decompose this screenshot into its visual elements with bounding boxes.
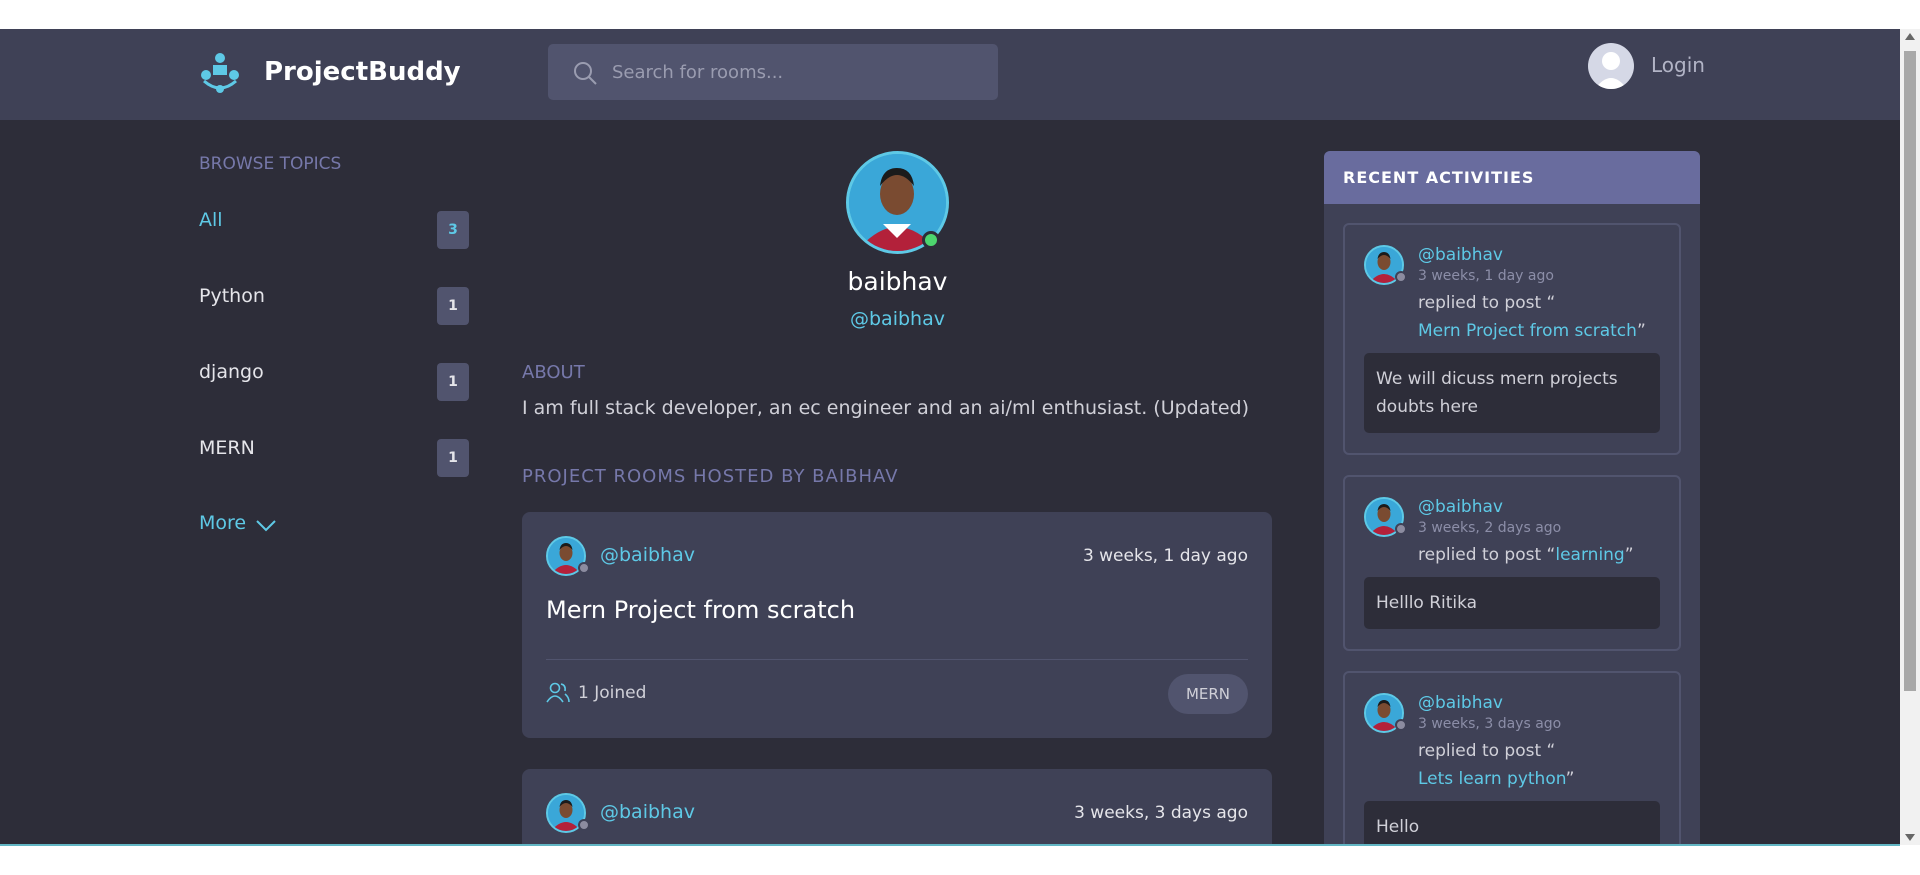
activity-user-link[interactable]: @baibhav — [1418, 245, 1503, 265]
more-topics-link[interactable]: More — [199, 512, 276, 534]
topic-count-badge: 1 — [437, 439, 469, 477]
topic-label[interactable]: django — [199, 361, 264, 383]
users-icon — [546, 682, 570, 703]
activity-item: @baibhav 3 weeks, 2 days ago replied to … — [1343, 475, 1681, 651]
divider — [546, 659, 1248, 660]
status-dot-icon — [1395, 719, 1407, 731]
activity-action-text: replied to post “ — [1418, 545, 1556, 565]
activity-action-text: replied to post “ — [1418, 741, 1556, 761]
more-label[interactable]: More — [199, 512, 246, 534]
default-avatar-icon — [1595, 52, 1627, 89]
chevron-down-icon[interactable] — [255, 518, 277, 532]
activity-message: We will dicuss mern projects doubts here — [1364, 353, 1660, 433]
activity-user-link[interactable]: @baibhav — [1418, 497, 1503, 517]
login-link[interactable]: Login — [1651, 53, 1705, 77]
activity-action: replied to post “learning” — [1418, 541, 1668, 569]
status-dot-icon — [1395, 271, 1407, 283]
browse-topics-title: BROWSE TOPICS — [199, 154, 342, 174]
brand-name[interactable]: ProjectBuddy — [264, 57, 461, 87]
room-card[interactable]: @baibhav 3 weeks, 3 days ago — [522, 769, 1272, 845]
room-card[interactable]: @baibhav 3 weeks, 1 day ago Mern Project… — [522, 512, 1272, 738]
topic-all[interactable]: All 3 — [199, 209, 469, 249]
recent-activities-title: RECENT ACTIVITIES — [1343, 168, 1535, 187]
activity-action: replied to post “ Lets learn python” — [1418, 737, 1668, 793]
status-dot-icon — [578, 562, 590, 574]
activity-timestamp: 3 weeks, 1 day ago — [1418, 268, 1554, 284]
page-scrollbar[interactable] — [1900, 29, 1920, 845]
scroll-up-icon[interactable] — [1905, 33, 1915, 40]
activity-action-suffix: ” — [1636, 321, 1646, 341]
search-input[interactable] — [612, 44, 982, 100]
recent-activities-panel: RECENT ACTIVITIES @baibhav 3 weeks, 1 da… — [1324, 151, 1700, 845]
scroll-down-icon[interactable] — [1905, 834, 1915, 841]
logo-icon[interactable] — [198, 51, 242, 95]
online-status-icon — [922, 231, 940, 249]
joined-count: 1 Joined — [578, 683, 647, 703]
activity-action: replied to post “ Mern Project from scrat… — [1418, 289, 1668, 345]
about-heading: ABOUT — [522, 362, 585, 383]
scrollbar-thumb[interactable] — [1904, 51, 1916, 691]
room-host-link[interactable]: @baibhav — [600, 544, 695, 566]
activity-user-link[interactable]: @baibhav — [1418, 693, 1503, 713]
room-timestamp: 3 weeks, 3 days ago — [1074, 803, 1248, 823]
status-dot-icon — [578, 819, 590, 831]
hosted-rooms-heading: PROJECT ROOMS HOSTED BY BAIBHAV — [522, 466, 899, 487]
activity-message: Hello — [1364, 801, 1660, 845]
topic-label[interactable]: All — [199, 209, 223, 231]
activity-post-link[interactable]: Mern Project from scratch — [1418, 321, 1637, 341]
search-icon — [574, 62, 597, 85]
room-topic-tag[interactable]: MERN — [1167, 674, 1248, 714]
page-viewport: ProjectBuddy Login BROWSE TOPICS All 3 P… — [0, 29, 1900, 845]
topic-django[interactable]: django 1 — [199, 361, 469, 401]
recent-activities-header: RECENT ACTIVITIES — [1324, 151, 1700, 204]
activity-timestamp: 3 weeks, 3 days ago — [1418, 716, 1562, 732]
activity-item: @baibhav 3 weeks, 3 days ago replied to … — [1343, 671, 1681, 845]
about-text: I am full stack developer, an ec enginee… — [522, 397, 1249, 419]
topic-count-badge: 3 — [437, 211, 469, 249]
user-avatar[interactable] — [1588, 43, 1634, 89]
top-nav: ProjectBuddy Login — [0, 29, 1900, 120]
bottom-accent-line — [0, 844, 1900, 846]
search-bar[interactable] — [548, 44, 998, 100]
room-title-link[interactable]: Mern Project from scratch — [546, 596, 855, 624]
activity-post-link[interactable]: Lets learn python — [1418, 769, 1566, 789]
activity-message: Helllo Ritika — [1364, 577, 1660, 629]
status-dot-icon — [1395, 523, 1407, 535]
activity-post-link[interactable]: learning — [1555, 545, 1624, 565]
activity-item: @baibhav 3 weeks, 1 day ago replied to p… — [1343, 223, 1681, 455]
activity-action-suffix: ” — [1624, 545, 1634, 565]
room-host-link[interactable]: @baibhav — [600, 801, 695, 823]
activity-timestamp: 3 weeks, 2 days ago — [1418, 520, 1562, 536]
topic-mern[interactable]: MERN 1 — [199, 437, 469, 477]
activity-action-text: replied to post “ — [1418, 293, 1556, 313]
activity-action-suffix: ” — [1565, 769, 1575, 789]
topic-count-badge: 1 — [437, 363, 469, 401]
topic-label[interactable]: MERN — [199, 437, 255, 459]
room-timestamp: 3 weeks, 1 day ago — [1082, 546, 1248, 566]
